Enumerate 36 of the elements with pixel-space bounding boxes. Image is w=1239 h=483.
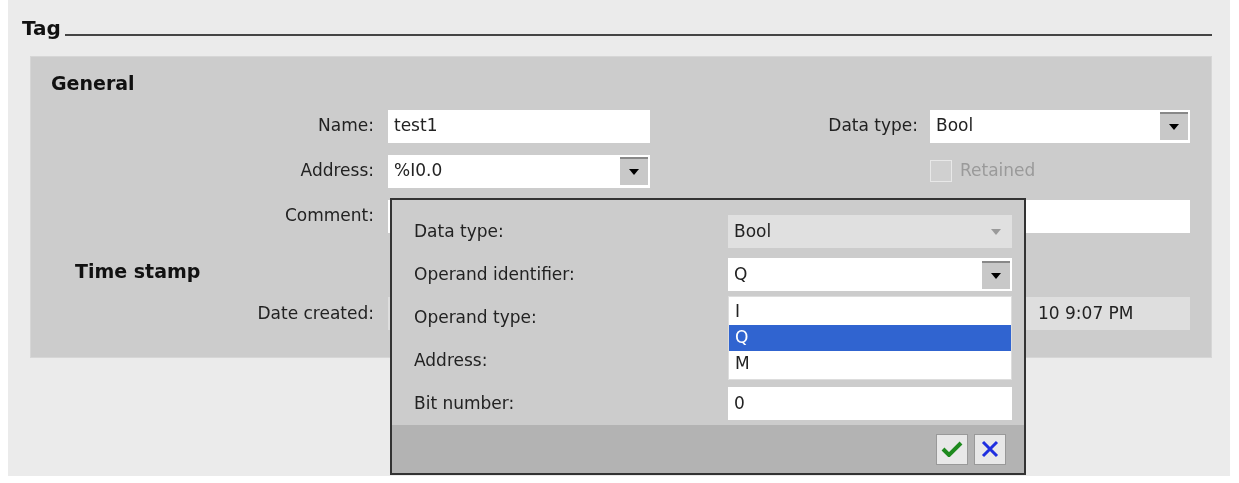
caret-icon (629, 169, 639, 175)
caret-icon (991, 272, 1001, 279)
dropdown-value: Bool (936, 114, 974, 138)
dropdown-button[interactable] (1160, 112, 1188, 140)
dropdown-option[interactable]: I (729, 299, 1011, 325)
close-icon (981, 440, 999, 458)
field-label: Operand identifier: (413, 262, 576, 286)
dropdown-button[interactable] (982, 260, 1010, 289)
dropdown-value: Q (734, 262, 748, 286)
group-heading: General (51, 71, 135, 96)
caret-icon (991, 228, 1001, 235)
field-label: Operand type: (413, 305, 538, 329)
text-field[interactable]: 0 (728, 387, 1012, 420)
dropdown-option[interactable]: Q (729, 325, 1011, 351)
check-icon (941, 441, 963, 457)
field-label: Address: (413, 348, 489, 372)
dropdown[interactable]: Bool (930, 109, 1190, 143)
field-label: Name: (317, 114, 375, 138)
cancel-button[interactable] (974, 433, 1006, 465)
dropdown-value: Bool (734, 219, 772, 243)
field-label: Bit number: (413, 391, 516, 415)
field-label: Data type: (413, 219, 505, 243)
group-heading: Time stamp (75, 258, 201, 284)
text-field[interactable]: test1 (388, 109, 650, 143)
field-label: Data type: (827, 114, 919, 138)
dropdown-option[interactable]: M (729, 351, 1011, 377)
confirm-button[interactable] (936, 433, 968, 465)
field-label: Comment: (283, 204, 375, 228)
caret-icon (1169, 124, 1179, 130)
section-title: Tag (22, 18, 61, 38)
dropdown[interactable]: %I0.0 (388, 154, 650, 188)
dropdown-button[interactable] (620, 157, 648, 185)
field-label: Address: (299, 159, 375, 183)
field-label: Date created: (256, 301, 375, 325)
dropdown[interactable]: Q (728, 258, 1012, 291)
dropdown-value: %I0.0 (394, 159, 443, 183)
